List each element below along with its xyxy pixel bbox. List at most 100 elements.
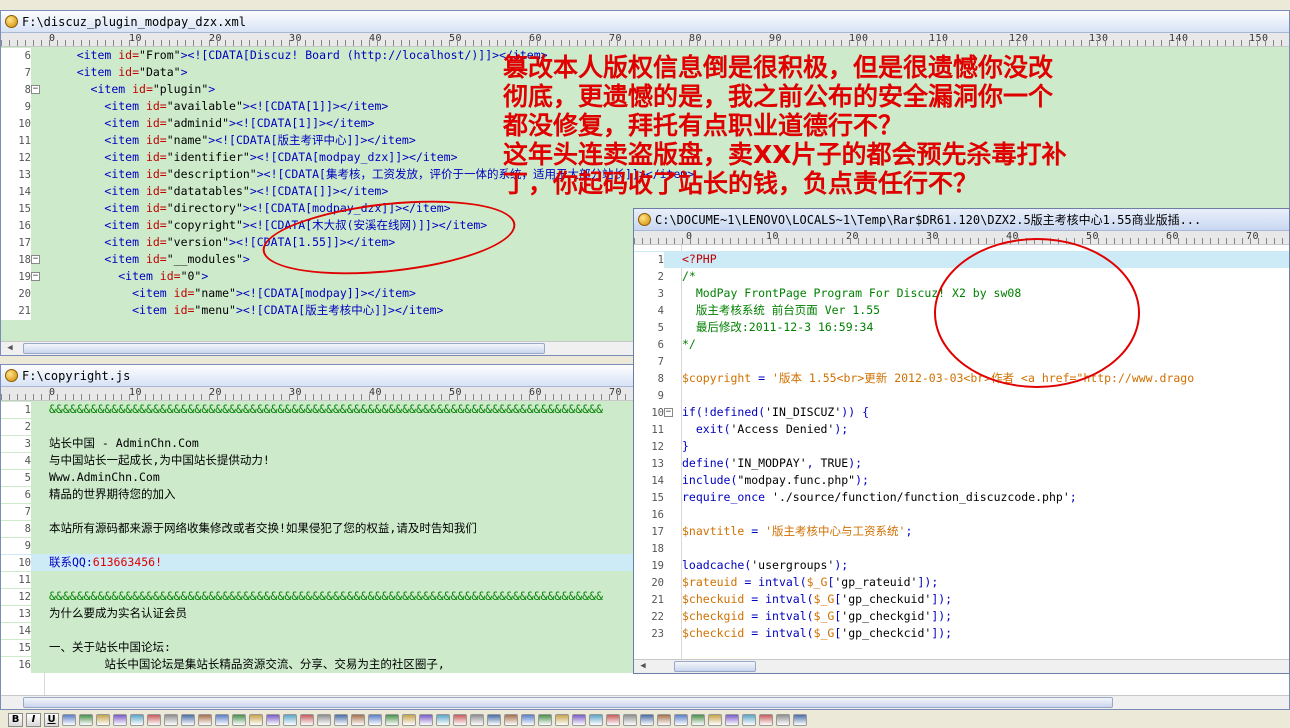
code-line[interactable]: 10− if(!defined('IN_DISCUZ')) { [634,404,1289,422]
toolbar-tool-icon[interactable] [198,714,212,726]
toolbar-tool-icon[interactable] [453,714,467,726]
code-token: ]); [931,626,953,640]
code-line[interactable]: 18 [634,540,1289,558]
line-number: 6 [1,487,31,504]
code-token: 'Access Denied' [730,422,835,436]
code-line[interactable]: 23 $checkcid = intval($_G['gp_checkcid'])… [634,625,1289,643]
toolbar-tool-icon[interactable] [249,714,263,726]
code-line[interactable]: 9 [634,387,1289,405]
toolbar-tool-icon[interactable] [521,714,535,726]
toolbar-tool-icon[interactable] [572,714,586,726]
toolbar-tool-icon[interactable] [419,714,433,726]
toolbar-tool-icon[interactable] [62,714,76,726]
code-token: $rateuid [682,575,738,589]
code-line[interactable]: 15 require_once './source/function/functi… [634,489,1289,507]
php-scroll-thumb[interactable] [674,661,756,672]
code-token: id= [118,65,140,79]
line-number: 11 [1,133,31,150]
toolbar-tool-icon[interactable] [555,714,569,726]
xml-scroll-thumb[interactable] [23,343,545,354]
code-line[interactable]: 13 define('IN_MODPAY', TRUE); [634,455,1289,473]
toolbar-tool-icon[interactable] [640,714,654,726]
toolbar-tool-icon[interactable] [300,714,314,726]
bold-button[interactable]: B [8,713,23,727]
scroll-left-arrow-icon[interactable]: ◀ [3,343,17,354]
code-token: = [751,371,773,385]
toolbar-tool-icon[interactable] [657,714,671,726]
php-window-titlebar[interactable]: C:\DOCUME~1\LENOVO\LOCALS~1\Temp\Rar$DR6… [634,209,1289,231]
toolbar-tool-icon[interactable] [742,714,756,726]
fold-toggle-icon[interactable]: − [31,85,40,94]
code-line[interactable]: 12} [634,438,1289,456]
toolbar-tool-icon[interactable] [776,714,790,726]
toolbar-tool-icon[interactable] [385,714,399,726]
toolbar-tool-icon[interactable] [504,714,518,726]
toolbar-tool-icon[interactable] [623,714,637,726]
toolbar-tool-icon[interactable] [402,714,416,726]
line-number: 1 [1,402,31,419]
toolbar-tool-icon[interactable] [708,714,722,726]
toolbar-tool-icon[interactable] [334,714,348,726]
code-token: "copyright" [166,218,243,232]
code-line[interactable]: 17 $navtitle = '版主考核中心与工资系统'; [634,523,1289,541]
toolbar-tool-icon[interactable] [436,714,450,726]
code-text: 联系QQ:613663456! [49,554,162,571]
fold-toggle-icon[interactable]: − [31,272,40,281]
code-line[interactable]: 22 $checkgid = intval($_G['gp_checkgid'])… [634,608,1289,626]
code-line[interactable]: 20 $rateuid = intval($_G['gp_rateuid']); [634,574,1289,592]
overlay-line: 这年头连卖盗版盘，卖XX片子的都会预先杀毒打补 [503,140,1067,169]
js-scroll-thumb[interactable] [23,697,1113,708]
toolbar-tool-icon[interactable] [725,714,739,726]
code-text: <?PHP [682,251,717,268]
editor-file-icon [5,369,18,382]
fold-toggle-icon[interactable]: − [31,255,40,264]
toolbar-tool-icon[interactable] [181,714,195,726]
js-horizontal-scrollbar[interactable] [1,695,1289,709]
overlay-line: 丁，你起码收了站长的钱，负点责任行不？ [503,169,979,198]
code-line[interactable]: 16 [634,506,1289,524]
toolbar-tool-icon[interactable] [606,714,620,726]
fold-toggle-icon[interactable]: − [664,408,673,417]
toolbar-tool-icon[interactable] [215,714,229,726]
code-text: $checkgid = intval($_G['gp_checkgid']); [682,608,952,625]
toolbar-tool-icon[interactable] [487,714,501,726]
code-line[interactable]: 19 loadcache('usergroups'); [634,557,1289,575]
toolbar-tool-icon[interactable] [283,714,297,726]
toolbar-tool-icon[interactable] [147,714,161,726]
line-number: 2 [1,419,31,436]
code-token: "identifier" [166,150,250,164]
toolbar-tool-icon[interactable] [538,714,552,726]
toolbar-tool-icon[interactable] [759,714,773,726]
toolbar-tool-icon[interactable] [79,714,93,726]
toolbar-tool-icon[interactable] [130,714,144,726]
code-text: 与中国站长一起成长,为中国站长提供动力! [49,452,270,469]
toolbar-tool-icon[interactable] [589,714,603,726]
toolbar-tool-icon[interactable] [317,714,331,726]
code-line[interactable]: 8 $copyright = '版本 1.55<br>更新 2012-03-03<… [634,370,1289,388]
toolbar-tool-icon[interactable] [793,714,807,726]
php-horizontal-scrollbar[interactable]: ◀ [634,659,1289,673]
toolbar-tool-icon[interactable] [691,714,705,726]
toolbar-tool-icon[interactable] [232,714,246,726]
toolbar-tool-icon[interactable] [351,714,365,726]
bottom-toolbar: B I U [0,712,1290,728]
toolbar-tool-icon[interactable] [470,714,484,726]
code-token: > [180,65,188,79]
toolbar-tool-icon[interactable] [96,714,110,726]
toolbar-tool-icon[interactable] [674,714,688,726]
italic-button[interactable]: I [26,713,41,727]
code-text: $navtitle = '版主考核中心与工资系统'; [682,523,912,540]
line-number: 7 [634,354,664,371]
toolbar-tool-icon[interactable] [266,714,280,726]
scroll-left-arrow-icon[interactable]: ◀ [636,661,650,672]
toolbar-tool-icon[interactable] [164,714,178,726]
underline-button[interactable]: U [44,713,59,727]
code-line[interactable]: 11 exit('Access Denied'); [634,421,1289,439]
code-line[interactable]: 21 $checkuid = intval($_G['gp_checkuid'])… [634,591,1289,609]
toolbar-tool-icon[interactable] [113,714,127,726]
xml-window-titlebar[interactable]: F:\discuz_plugin_modpay_dzx.xml [1,11,1289,33]
code-line[interactable]: 14 include("modpay.func.php"); [634,472,1289,490]
toolbar-tool-icon[interactable] [368,714,382,726]
code-token: loadcache [682,558,745,572]
